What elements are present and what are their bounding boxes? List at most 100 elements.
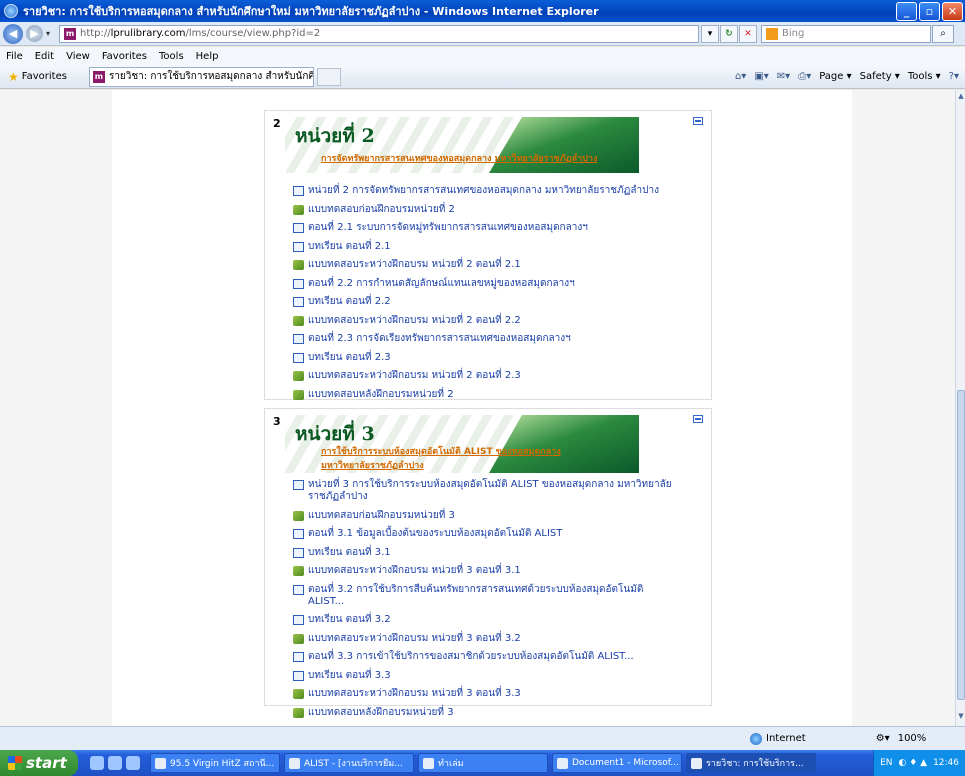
address-dropdown-icon[interactable]: ▾ xyxy=(701,24,719,43)
new-tab-button[interactable] xyxy=(316,67,341,86)
globe-icon xyxy=(750,732,762,745)
menu-file[interactable]: File xyxy=(0,51,29,62)
menu-tools[interactable]: Tools xyxy=(153,51,190,62)
print-icon[interactable]: ⎙▾ xyxy=(798,71,811,82)
menu-help[interactable]: Help xyxy=(190,51,225,62)
activity-link[interactable]: บทเรียน ตอนที่ 3.1 xyxy=(308,547,391,559)
activity-item[interactable]: แบบทดสอบระหว่างฝึกอบรม หน่วยที่ 3 ตอนที่… xyxy=(293,688,673,700)
activity-item[interactable]: แบบทดสอบก่อนฝึกอบรมหน่วยที่ 3 xyxy=(293,510,673,522)
safety-menu[interactable]: Safety ▾ xyxy=(860,71,900,82)
zoom-control[interactable]: ⚙▾ 100% xyxy=(876,733,927,744)
task-alist[interactable]: ALIST - [งานบริการยืม... xyxy=(284,753,414,773)
activity-link[interactable]: แบบทดสอบก่อนฝึกอบรมหน่วยที่ 2 xyxy=(308,204,455,216)
activity-item[interactable]: แบบทดสอบระหว่างฝึกอบรม หน่วยที่ 3 ตอนที่… xyxy=(293,565,673,577)
tools-menu[interactable]: Tools ▾ xyxy=(908,71,941,82)
scrollbar-thumb[interactable] xyxy=(957,390,965,700)
activity-item[interactable]: บทเรียน ตอนที่ 2.3 xyxy=(293,352,673,364)
feeds-icon[interactable]: ▣▾ xyxy=(754,71,768,82)
activity-item[interactable]: ตอนที่ 2.2 การกำหนดสัญลักษณ์แทนเลขหมู่ขอ… xyxy=(293,278,673,290)
activity-item[interactable]: บทเรียน ตอนที่ 3.2 xyxy=(293,614,673,626)
activity-item[interactable]: ตอนที่ 3.1 ข้อมูลเบื้องต้นของระบบห้องสมุ… xyxy=(293,528,673,540)
activity-link[interactable]: บทเรียน ตอนที่ 2.1 xyxy=(308,241,391,253)
activity-link[interactable]: แบบทดสอบหลังฝึกอบรมหน่วยที่ 2 xyxy=(308,389,454,401)
activity-item[interactable]: บทเรียน ตอนที่ 2.2 xyxy=(293,296,673,308)
activity-link[interactable]: แบบทดสอบระหว่างฝึกอบรม หน่วยที่ 2 ตอนที่… xyxy=(308,315,521,327)
forward-button[interactable]: ▶ xyxy=(26,25,43,42)
activity-item[interactable]: แบบทดสอบระหว่างฝึกอบรม หน่วยที่ 3 ตอนที่… xyxy=(293,633,673,645)
activity-link[interactable]: บทเรียน ตอนที่ 3.3 xyxy=(308,670,391,682)
scroll-down-icon[interactable]: ▼ xyxy=(956,712,965,724)
activity-link[interactable]: แบบทดสอบระหว่างฝึกอบรม หน่วยที่ 2 ตอนที่… xyxy=(308,259,521,271)
quicklaunch-media-icon[interactable] xyxy=(126,756,140,770)
activity-link[interactable]: ตอนที่ 2.1 ระบบการจัดหมู่ทรัพยากรสารสนเท… xyxy=(308,222,588,234)
scroll-up-icon[interactable]: ▲ xyxy=(956,92,965,104)
activity-item[interactable]: แบบทดสอบหลังฝึกอบรมหน่วยที่ 3 xyxy=(293,707,673,719)
activity-item[interactable]: บทเรียน ตอนที่ 3.1 xyxy=(293,547,673,559)
home-icon[interactable]: ⌂▾ xyxy=(735,71,746,82)
tray-icons[interactable]: ◐ ♦ ▲ xyxy=(898,758,927,768)
page-menu[interactable]: Page ▾ xyxy=(819,71,851,82)
activity-item[interactable]: ตอนที่ 2.3 การจัดเรียงทรัพยากรสารสนเทศขอ… xyxy=(293,333,673,345)
activity-link[interactable]: แบบทดสอบระหว่างฝึกอบรม หน่วยที่ 3 ตอนที่… xyxy=(308,688,521,700)
start-button[interactable]: start xyxy=(0,750,78,776)
search-input[interactable]: Bing xyxy=(761,24,931,43)
task-word[interactable]: Document1 - Microsof... xyxy=(552,753,682,773)
protected-mode-icon[interactable]: ⚙▾ xyxy=(876,733,890,744)
back-button[interactable]: ◀ xyxy=(3,23,23,44)
task-folder[interactable]: ทำเล่ม xyxy=(418,753,548,773)
activity-item[interactable]: แบบทดสอบระหว่างฝึกอบรม หน่วยที่ 2 ตอนที่… xyxy=(293,370,673,382)
menu-favorites[interactable]: Favorites xyxy=(96,51,153,62)
search-button[interactable]: ⌕ xyxy=(932,24,954,43)
menu-edit[interactable]: Edit xyxy=(29,51,60,62)
activity-link[interactable]: บทเรียน ตอนที่ 3.2 xyxy=(308,614,391,626)
minimize-button[interactable]: _ xyxy=(896,1,917,21)
vertical-scrollbar[interactable]: ▲ ▼ xyxy=(955,90,965,726)
activity-item[interactable]: แบบทดสอบหลังฝึกอบรมหน่วยที่ 2 xyxy=(293,389,673,401)
activity-link[interactable]: ตอนที่ 2.2 การกำหนดสัญลักษณ์แทนเลขหมู่ขอ… xyxy=(308,278,575,290)
activity-item[interactable]: บทเรียน ตอนที่ 3.3 xyxy=(293,670,673,682)
activity-link[interactable]: แบบทดสอบระหว่างฝึกอบรม หน่วยที่ 3 ตอนที่… xyxy=(308,633,521,645)
activity-item[interactable]: บทเรียน ตอนที่ 2.1 xyxy=(293,241,673,253)
activity-link[interactable]: ตอนที่ 2.3 การจัดเรียงทรัพยากรสารสนเทศขอ… xyxy=(308,333,571,345)
help-icon[interactable]: ?▾ xyxy=(949,71,959,82)
close-button[interactable]: ✕ xyxy=(942,1,963,21)
activity-item[interactable]: แบบทดสอบระหว่างฝึกอบรม หน่วยที่ 2 ตอนที่… xyxy=(293,315,673,327)
activity-item[interactable]: หน่วยที่ 2 การจัดทรัพยากรสารสนเทศของหอสม… xyxy=(293,185,673,197)
collapse-icon[interactable] xyxy=(693,117,703,125)
history-dropdown-icon[interactable]: ▾ xyxy=(43,29,53,38)
quicklaunch-ie-icon[interactable] xyxy=(108,756,122,770)
banner-subtitle: การจัดทรัพยากรสารสนเทศของหอสมุดกลาง มหาว… xyxy=(321,154,598,164)
favorites-button[interactable]: ★ Favorites xyxy=(8,70,67,84)
quicklaunch-desktop-icon[interactable] xyxy=(90,756,104,770)
activity-link[interactable]: บทเรียน ตอนที่ 2.2 xyxy=(308,296,391,308)
course-page: 2 หน่วยที่ 2 การจัดทรัพยากรสารสนเทศของหอ… xyxy=(112,90,852,726)
refresh-button[interactable]: ↻ xyxy=(720,24,738,43)
zoom-level[interactable]: 100% xyxy=(898,733,927,744)
activity-link[interactable]: ตอนที่ 3.3 การเข้าใช้บริการของสมาชิกด้วย… xyxy=(308,651,634,663)
address-bar[interactable]: m http://lprulibrary.com/lms/course/view… xyxy=(59,24,699,43)
collapse-icon[interactable] xyxy=(693,415,703,423)
browser-tab[interactable]: m รายวิชา: การใช้บริการหอสมุดกลาง สำหรับ… xyxy=(88,66,314,87)
activity-item[interactable]: ตอนที่ 3.3 การเข้าใช้บริการของสมาชิกด้วย… xyxy=(293,651,673,663)
activity-link[interactable]: ตอนที่ 3.1 ข้อมูลเบื้องต้นของระบบห้องสมุ… xyxy=(308,528,562,540)
activity-item[interactable]: ตอนที่ 3.2 การใช้บริการสืบค้นทรัพยากรสาร… xyxy=(293,584,673,608)
activity-item[interactable]: ตอนที่ 2.1 ระบบการจัดหมู่ทรัพยากรสารสนเท… xyxy=(293,222,673,234)
task-ie[interactable]: รายวิชา: การใช้บริการ... xyxy=(686,753,816,773)
activity-link[interactable]: แบบทดสอบระหว่างฝึกอบรม หน่วยที่ 3 ตอนที่… xyxy=(308,565,521,577)
activity-link[interactable]: บทเรียน ตอนที่ 2.3 xyxy=(308,352,391,364)
menu-view[interactable]: View xyxy=(60,51,96,62)
activity-item[interactable]: หน่วยที่ 3 การใช้บริการระบบห้องสมุดอัตโน… xyxy=(293,479,673,503)
activity-item[interactable]: แบบทดสอบระหว่างฝึกอบรม หน่วยที่ 2 ตอนที่… xyxy=(293,259,673,271)
activity-link[interactable]: แบบทดสอบหลังฝึกอบรมหน่วยที่ 3 xyxy=(308,707,454,719)
activity-item[interactable]: แบบทดสอบก่อนฝึกอบรมหน่วยที่ 2 xyxy=(293,204,673,216)
activity-link[interactable]: หน่วยที่ 3 การใช้บริการระบบห้องสมุดอัตโน… xyxy=(308,479,673,503)
activity-link[interactable]: แบบทดสอบก่อนฝึกอบรมหน่วยที่ 3 xyxy=(308,510,455,522)
task-radio[interactable]: 95.5 Virgin HitZ สถานี... xyxy=(150,753,280,773)
activity-link[interactable]: หน่วยที่ 2 การจัดทรัพยากรสารสนเทศของหอสม… xyxy=(308,185,659,197)
activity-link[interactable]: แบบทดสอบระหว่างฝึกอบรม หน่วยที่ 2 ตอนที่… xyxy=(308,370,521,382)
stop-button[interactable]: ✕ xyxy=(739,24,757,43)
maximize-button[interactable]: ▫ xyxy=(919,1,940,21)
activity-link[interactable]: ตอนที่ 3.2 การใช้บริการสืบค้นทรัพยากรสาร… xyxy=(308,584,673,608)
mail-icon[interactable]: ✉▾ xyxy=(777,71,790,82)
language-indicator[interactable]: EN xyxy=(880,758,892,768)
